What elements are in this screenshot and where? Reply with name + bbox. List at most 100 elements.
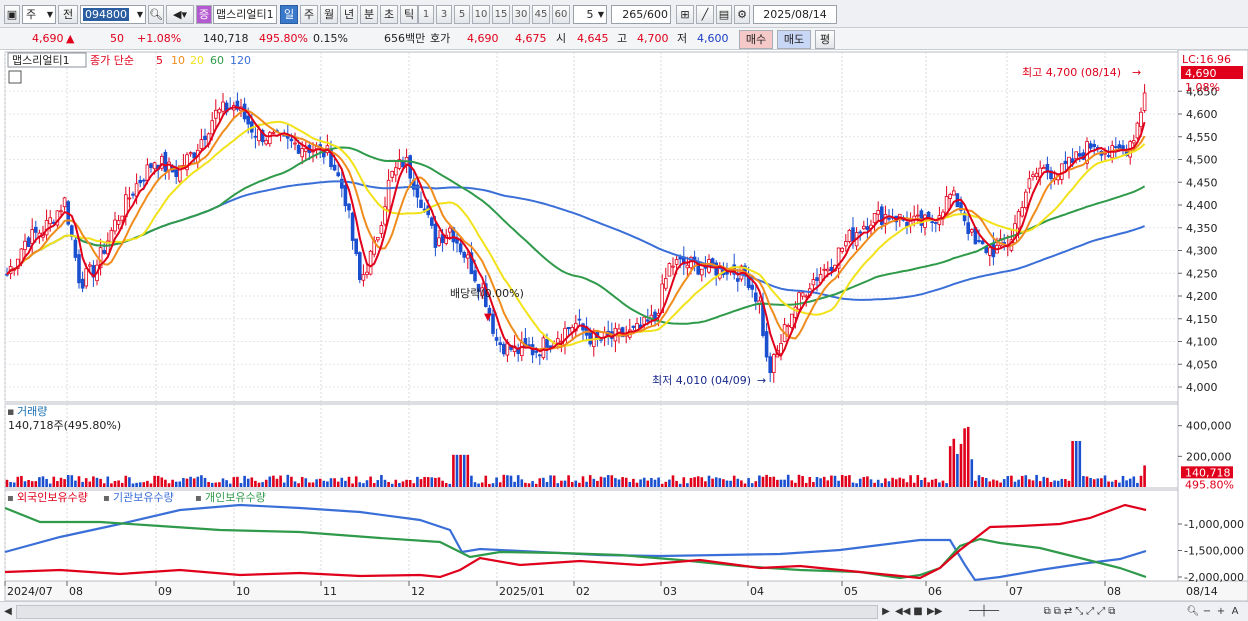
volume-bar [902,478,905,487]
ma-legend-20: 20 [190,54,204,67]
text-size-icon[interactable]: A [1229,604,1241,620]
play-icon[interactable]: ▶▶ [927,604,942,620]
volume-bar [750,483,754,487]
interval-select[interactable]: 5 ▼ [573,5,607,24]
volume-bar [459,454,462,487]
price-y-label: 4,350 [1186,222,1218,235]
candle-body [1092,144,1097,148]
date-field[interactable]: 2025/08/14 [753,5,837,24]
candle-body [433,223,438,248]
draw-tools-icon[interactable]: ╱ [696,5,714,24]
turnover-rate: 0.15% [313,32,348,45]
eval-button[interactable]: 평 [815,30,835,49]
count-field[interactable]: 265/600 [611,5,671,24]
volume-bar [185,478,189,487]
volume-bar [765,474,768,487]
sell-button[interactable]: 매도 [777,30,811,49]
period-tab-0[interactable]: 일 [280,5,298,24]
volume-bar [120,482,124,487]
market-select[interactable]: 주 ▼ [22,5,56,24]
volume-bar [1020,475,1024,487]
low-label: 저 [677,32,688,45]
candle-body [491,313,495,334]
zoom-in-icon[interactable]: + [1215,604,1227,620]
candle-body [131,193,135,196]
interval-button-45[interactable]: 45 [532,5,550,24]
interval-button-1[interactable]: 1 [418,5,434,24]
volume-bar [743,483,747,487]
volume-bar [358,482,362,487]
search-icon[interactable]: 🔍︎ [148,5,164,24]
candle-body [566,326,571,330]
volume-bar [1042,476,1046,487]
volume-bar [722,479,725,487]
volume-bar [473,482,477,487]
zoom-slider[interactable]: ──┼── [948,604,1020,620]
interval-button-30[interactable]: 30 [512,5,530,24]
interval-button-3[interactable]: 3 [436,5,452,24]
search-icon[interactable]: 🔍︎ [1186,604,1200,620]
price-y-label: 4,500 [1186,154,1218,167]
rewind-icon[interactable]: ◀◀ [895,604,910,620]
volume-bar [1132,476,1136,487]
candle-body [847,229,852,242]
candle-body [797,292,801,310]
holdings-legend-2: 개인보유수량 [205,491,266,504]
interval-button-60[interactable]: 60 [552,5,570,24]
period-tab-1[interactable]: 주 [300,5,318,24]
period-tab-5[interactable]: 초 [380,5,398,24]
candle-body [1060,163,1064,180]
candle-body [764,331,769,358]
period-tab-4[interactable]: 분 [360,5,378,24]
chart-tools-icon[interactable]: ⧉⧉⇄⤡⤢⤢⧉ [1026,604,1136,620]
volume-bar [48,483,52,487]
volume-bar [1118,482,1121,487]
volume-bar [988,481,992,487]
volume-bar [966,426,970,487]
volume-bar [239,483,243,487]
volume-bar [164,479,167,487]
zoom-out-icon[interactable]: − [1201,604,1213,620]
gear-icon[interactable]: ⚙ [734,5,750,24]
x-tick-label: 06 [928,585,942,598]
scroll-left-icon[interactable]: ◀ [2,604,14,620]
x-tick-label: 05 [844,585,858,598]
volume-bar [696,476,700,487]
horizontal-scrollbar[interactable] [16,605,878,619]
candle-body [289,138,294,142]
x-tick-label: 11 [323,585,337,598]
interval-button-5[interactable]: 5 [454,5,470,24]
buy-button[interactable]: 매수 [739,30,773,49]
volume-bar [480,482,484,487]
candle-body [988,247,992,256]
volume-bar [452,454,455,487]
candle-body [786,325,790,328]
period-tab-6[interactable]: 틱 [400,5,418,24]
volume-bar [837,480,840,487]
candle-body [293,142,297,145]
period-tab-3[interactable]: 년 [340,5,358,24]
layout-icon[interactable]: ▣ [4,5,20,24]
volume-bar [131,483,135,487]
crosshair-icon[interactable]: ⊞ [676,5,694,24]
x-tick-label: 2025/01 [499,585,545,598]
interval-button-15[interactable]: 15 [492,5,510,24]
volume-bar [1071,441,1074,487]
volume-bar [912,482,916,487]
stock-code-input[interactable]: 094800 ▼ [80,5,146,24]
stock-chart[interactable]: 2024/07 08 09 10 11 12 2025/01 02 03 04 05 06 07 08 08… [0,50,1248,601]
volume-bar [138,482,142,487]
volume-bar [534,483,538,487]
stop-icon[interactable]: ■ [912,604,924,620]
scroll-right-icon[interactable]: ▶ [880,604,892,620]
prev-button[interactable]: 전 [58,5,78,24]
volume-bar [272,475,275,487]
candle-body [347,203,351,211]
candle-body [631,325,636,328]
save-icon[interactable]: ▤ [716,5,732,24]
interval-button-10[interactable]: 10 [472,5,490,24]
volume-bar [941,480,945,487]
sound-dropdown-icon[interactable]: ◀▾ [166,5,194,24]
volume-value: 140,718 [203,32,249,45]
period-tab-2[interactable]: 월 [320,5,338,24]
